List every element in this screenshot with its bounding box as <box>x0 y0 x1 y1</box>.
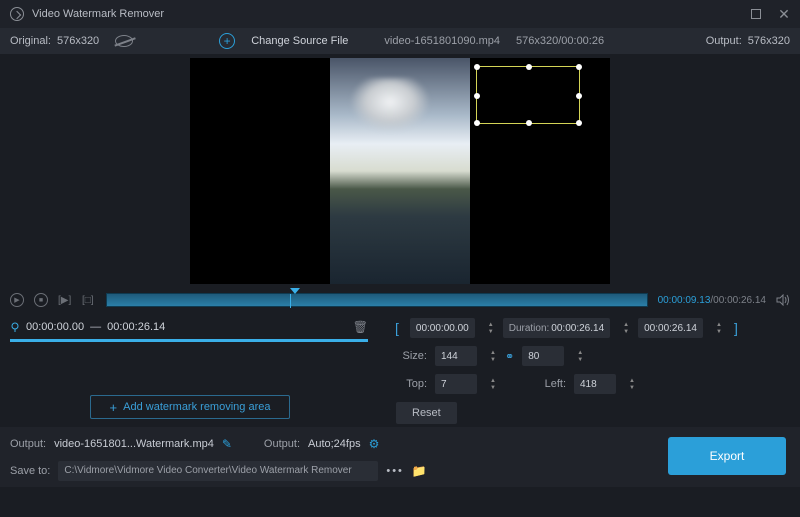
start-down[interactable]: ▼ <box>487 329 495 335</box>
maximize-button[interactable] <box>750 8 762 20</box>
add-source-icon[interactable]: + <box>219 33 235 49</box>
mark-in-button[interactable]: [▶] <box>58 294 72 306</box>
segments-panel: 00:00:00.00 — 00:00:26.14 🗑 + Add waterm… <box>0 312 378 427</box>
h-up[interactable]: ▲ <box>576 350 584 356</box>
resize-handle-sw[interactable] <box>474 120 480 126</box>
output-format: Auto;24fps <box>308 438 361 450</box>
output-resolution: 576x320 <box>748 35 790 47</box>
output-format-label: Output: <box>264 438 300 450</box>
app-title: Video Watermark Remover <box>32 8 164 20</box>
browse-button[interactable]: ••• <box>386 465 404 477</box>
l-up[interactable]: ▲ <box>628 378 636 384</box>
export-button[interactable]: Export <box>668 437 786 475</box>
w-up[interactable]: ▲ <box>489 350 497 356</box>
timeline-slider[interactable] <box>106 293 648 307</box>
bracket-out-button[interactable]: ] <box>731 320 741 336</box>
reset-button[interactable]: Reset <box>396 402 457 424</box>
dur-up[interactable]: ▲ <box>622 322 630 328</box>
edit-filename-icon[interactable]: ✎ <box>222 437 232 451</box>
end-up[interactable]: ▲ <box>715 322 723 328</box>
close-button[interactable]: ✕ <box>778 8 790 20</box>
end-down[interactable]: ▼ <box>715 329 723 335</box>
original-label: Original: <box>10 35 51 47</box>
playhead-marker[interactable] <box>290 288 300 294</box>
resize-handle-w[interactable] <box>474 93 480 99</box>
preview-area <box>0 54 800 288</box>
start-time-input[interactable]: 00:00:00.00 <box>410 318 475 338</box>
output-filename: video-1651801...Watermark.mp4 <box>54 438 214 450</box>
left-label: Left: <box>531 378 566 390</box>
info-bar: Original: 576x320 + Change Source File v… <box>0 28 800 54</box>
title-bar: Video Watermark Remover ✕ <box>0 0 800 28</box>
original-resolution: 576x320 <box>57 35 99 47</box>
time-display: 00:00:09.13/00:00:26.14 <box>658 295 766 306</box>
start-up[interactable]: ▲ <box>487 322 495 328</box>
segment-sep: — <box>90 321 101 333</box>
resize-handle-nw[interactable] <box>474 64 480 70</box>
aspect-lock-icon[interactable]: ⚭ <box>505 350 514 363</box>
resize-handle-se[interactable] <box>576 120 582 126</box>
segment-bar[interactable] <box>10 339 368 342</box>
resize-handle-ne[interactable] <box>576 64 582 70</box>
save-to-label: Save to: <box>10 465 50 477</box>
source-info: 576x320/00:00:26 <box>516 35 604 47</box>
add-area-button[interactable]: + Add watermark removing area <box>90 395 290 419</box>
bracket-in-button[interactable]: [ <box>392 320 402 336</box>
mark-out-button[interactable]: [□] <box>82 294 96 306</box>
output-label: Output: <box>706 35 742 47</box>
play-button[interactable]: ▶ <box>10 293 24 307</box>
segment-row[interactable]: 00:00:00.00 — 00:00:26.14 🗑 <box>10 318 368 336</box>
t-up[interactable]: ▲ <box>489 378 497 384</box>
player-controls: ▶ ■ [▶] [□] 00:00:09.13/00:00:26.14 <box>0 288 800 312</box>
segment-end: 00:00:26.14 <box>107 321 165 333</box>
video-canvas[interactable] <box>190 58 610 284</box>
top-input[interactable]: 7 <box>435 374 477 394</box>
stop-button[interactable]: ■ <box>34 293 48 307</box>
parameters-panel: [ 00:00:00.00 ▲▼ Duration:00:00:26.14 ▲▼… <box>378 312 800 427</box>
end-time-input[interactable]: 00:00:26.14 <box>638 318 703 338</box>
source-filename: video-1651801090.mp4 <box>384 35 500 47</box>
height-input[interactable]: 80 <box>522 346 564 366</box>
app-icon <box>10 7 24 21</box>
settings-icon[interactable]: ⚙ <box>369 437 380 451</box>
segment-start: 00:00:00.00 <box>26 321 84 333</box>
save-path-input[interactable]: C:\Vidmore\Vidmore Video Converter\Video… <box>58 461 378 481</box>
video-frame <box>330 58 470 284</box>
resize-handle-n[interactable] <box>526 64 532 70</box>
h-down[interactable]: ▼ <box>576 357 584 363</box>
duration-input[interactable]: Duration:00:00:26.14 <box>503 318 610 338</box>
width-input[interactable]: 144 <box>435 346 477 366</box>
resize-handle-s[interactable] <box>526 120 532 126</box>
selection-box[interactable] <box>476 66 580 124</box>
t-down[interactable]: ▼ <box>489 385 497 391</box>
output-file-label: Output: <box>10 438 46 450</box>
resize-handle-e[interactable] <box>576 93 582 99</box>
left-input[interactable]: 418 <box>574 374 616 394</box>
top-label: Top: <box>392 378 427 390</box>
preview-toggle-icon[interactable] <box>115 35 133 47</box>
delete-segment-icon[interactable]: 🗑 <box>353 320 368 334</box>
open-folder-icon[interactable]: 📁 <box>412 464 427 478</box>
dur-down[interactable]: ▼ <box>622 329 630 335</box>
footer-panel: Output: video-1651801...Watermark.mp4 ✎ … <box>0 427 800 487</box>
w-down[interactable]: ▼ <box>489 357 497 363</box>
size-label: Size: <box>392 350 427 362</box>
l-down[interactable]: ▼ <box>628 385 636 391</box>
change-source-button[interactable]: Change Source File <box>251 35 348 47</box>
pin-icon <box>10 322 20 332</box>
volume-icon[interactable] <box>776 294 790 306</box>
